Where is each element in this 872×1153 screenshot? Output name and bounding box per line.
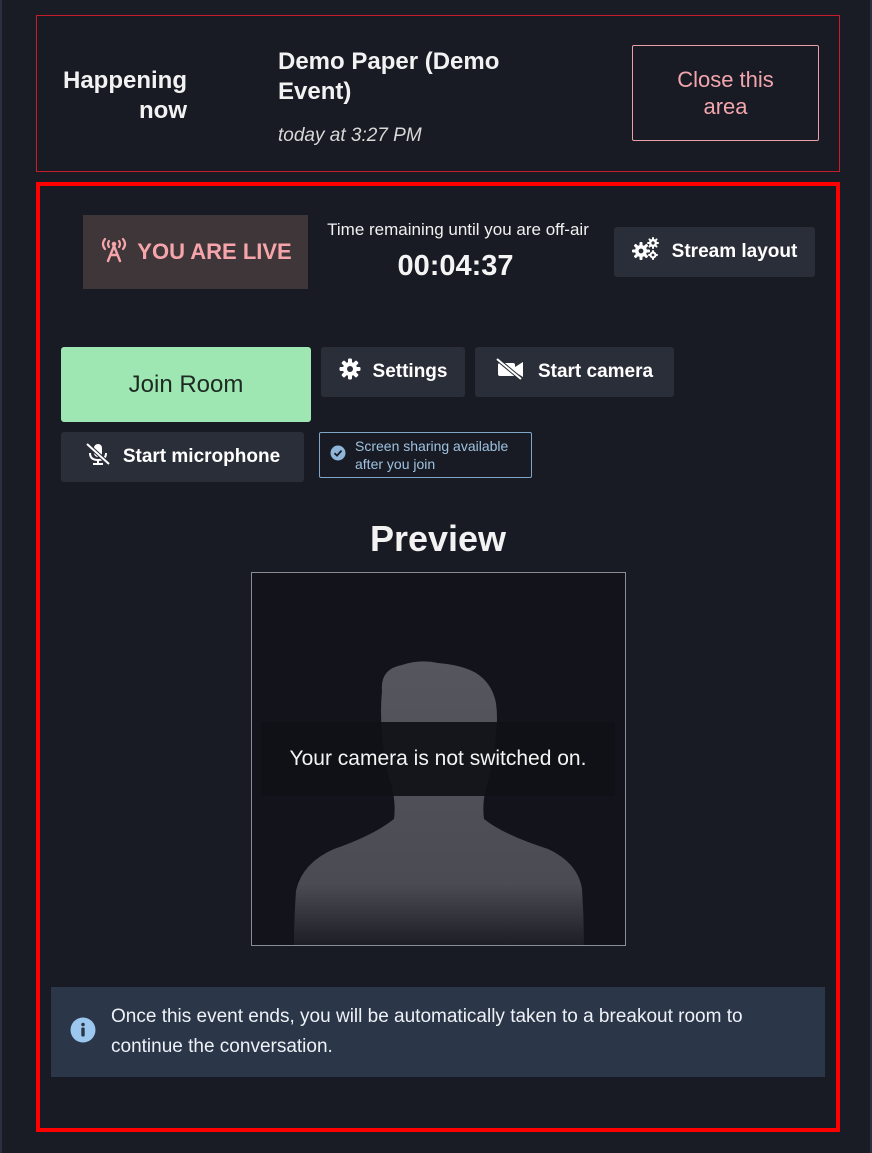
stream-layout-button[interactable]: Stream layout	[614, 227, 815, 277]
microphone-off-icon	[85, 442, 111, 472]
info-icon	[70, 1017, 96, 1048]
happening-now-label: Happening now	[63, 67, 187, 124]
gears-icon	[631, 237, 660, 267]
start-microphone-button[interactable]: Start microphone	[61, 432, 304, 482]
screen-sharing-note: Screen sharing available after you join	[319, 432, 532, 478]
gear-icon	[339, 358, 361, 386]
stage-panel: YOU ARE LIVE Time remaining until you ar…	[36, 182, 840, 1132]
settings-button[interactable]: Settings	[321, 347, 465, 397]
page-left-edge	[0, 0, 2, 1153]
live-badge: YOU ARE LIVE	[83, 215, 308, 289]
event-time: today at 3:27 PM	[278, 125, 422, 146]
happening-now-card: Happening now Demo Paper (Demo Event) to…	[36, 15, 840, 172]
close-area-button[interactable]: Close this area	[632, 45, 819, 141]
settings-label: Settings	[372, 361, 448, 382]
start-microphone-label: Start microphone	[122, 446, 281, 467]
camera-preview: Your camera is not switched on.	[251, 572, 626, 946]
start-camera-label: Start camera	[537, 361, 654, 382]
camera-off-message: Your camera is not switched on.	[261, 722, 615, 796]
screen-sharing-note-text: Screen sharing available after you join	[355, 438, 509, 472]
check-circle-icon	[330, 445, 346, 465]
video-camera-off-icon	[495, 357, 526, 386]
start-camera-button[interactable]: Start camera	[475, 347, 674, 397]
off-air-countdown: 00:04:37	[397, 250, 514, 282]
info-banner: Once this event ends, you will be automa…	[51, 987, 825, 1077]
preview-title: Preview	[369, 518, 507, 559]
stream-layout-label: Stream layout	[671, 241, 798, 262]
off-air-countdown-label: Time remaining until you are off-air	[327, 220, 589, 239]
broadcast-tower-icon	[99, 235, 129, 269]
join-room-button[interactable]: Join Room	[61, 347, 311, 422]
event-title: Demo Paper (Demo Event)	[278, 48, 500, 105]
live-badge-label: YOU ARE LIVE	[137, 239, 292, 264]
info-message: Once this event ends, you will be automa…	[111, 1006, 743, 1057]
